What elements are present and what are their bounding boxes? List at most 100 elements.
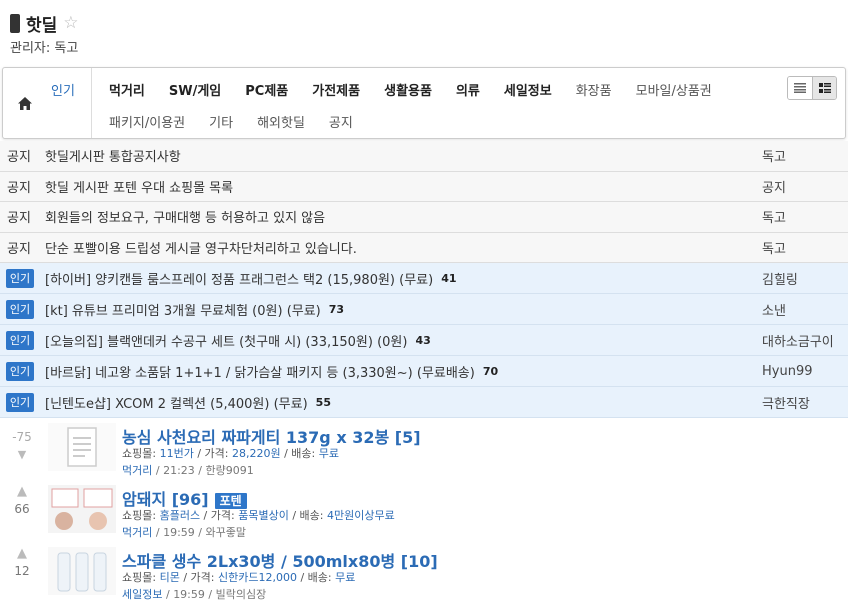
shop[interactable]: 11번가 <box>160 447 194 460</box>
notice-row[interactable]: 공지 핫딜 게시판 포텐 우대 쇼핑몰 목록 공지 <box>0 171 848 202</box>
deal-category[interactable]: 먹거리 <box>122 526 152 539</box>
board-title-text[interactable]: 핫딜 <box>26 11 57 36</box>
hot-title[interactable]: [바르닭] 네고왕 소품닭 1+1+1 / 닭가슴살 패키지 등 (3,330원… <box>45 362 475 381</box>
notice-row[interactable]: 공지 단순 포빨이용 드립성 게시글 영구차단처리하고 있습니다. 독고 <box>0 232 848 263</box>
author[interactable]: 소낸 <box>762 300 786 319</box>
hot-row[interactable]: 인기 [바르닭] 네고왕 소품닭 1+1+1 / 닭가슴살 패키지 등 (3,3… <box>0 356 848 387</box>
price: 신한카드12,000 <box>217 571 297 584</box>
category-item[interactable]: SW/게임 <box>169 80 221 99</box>
hot-title[interactable]: [kt] 유튜브 프리미엄 3개월 무료체험 (0원) (무료) <box>45 300 321 319</box>
category-item[interactable]: 가전제품 <box>312 80 360 99</box>
author[interactable]: 대하소금구이 <box>762 331 834 350</box>
shop[interactable]: 홈플러스 <box>160 509 200 522</box>
notice-tag: 공지 <box>7 180 31 196</box>
list-view-icon[interactable] <box>788 77 812 99</box>
category-item[interactable]: 의류 <box>456 80 480 99</box>
deal-user[interactable]: 빌락의심장 <box>216 588 267 601</box>
notice-title[interactable]: 핫딜게시판 통합공지사항 <box>45 146 848 165</box>
category-item[interactable]: 모바일/상품권 <box>636 80 712 99</box>
hot-row[interactable]: 인기 [오늘의집] 블랙앤데커 수공구 세트 (첫구매 시) (33,150원)… <box>0 325 848 356</box>
comment-count[interactable]: 41 <box>441 272 456 285</box>
deal-meta: 쇼핑몰: 11번가 / 가격: 28,220원 / 배송: 무료 <box>122 447 339 460</box>
thumbnail[interactable] <box>48 423 116 471</box>
category-item[interactable]: PC제품 <box>245 80 288 99</box>
vote-count: 12 <box>14 564 30 578</box>
board-admin: 관리자: 독고 <box>10 41 79 56</box>
category-item[interactable]: 해외핫딜 <box>257 112 305 131</box>
price: 품목별상이 <box>238 509 289 522</box>
thumbnail[interactable] <box>48 547 116 595</box>
star-icon[interactable]: ☆ <box>63 13 78 33</box>
home-icon[interactable] <box>3 68 47 138</box>
shipping: 무료 <box>318 447 339 460</box>
hot-badge: 인기 <box>6 361 34 381</box>
category-item[interactable]: 세일정보 <box>504 80 552 99</box>
author[interactable]: Hyun99 <box>762 364 813 379</box>
hot-title[interactable]: [오늘의집] 블랙앤데커 수공구 세트 (첫구매 시) (33,150원) (0… <box>45 331 407 350</box>
hot-badge: 인기 <box>6 299 34 319</box>
deal-time: 19:59 <box>163 526 195 539</box>
category-item[interactable]: 화장품 <box>576 80 612 99</box>
notice-tag: 공지 <box>7 241 31 257</box>
author[interactable]: 독고 <box>762 146 786 165</box>
category-nav: 인기 먹거리 SW/게임 PC제품 가전제품 생활용품 의류 세일정보 화장품 … <box>2 67 846 139</box>
comment-count[interactable]: 55 <box>316 396 331 409</box>
deal-category[interactable]: 먹거리 <box>122 464 152 477</box>
notice-title[interactable]: 회원들의 정보요구, 구매대행 등 허용하고 있지 않음 <box>45 207 848 226</box>
ship-label: 배송: <box>307 571 332 584</box>
vote-box: -75 ▼ <box>0 427 44 461</box>
notice-title[interactable]: 핫딜 게시판 포텐 우대 쇼핑몰 목록 <box>45 177 848 196</box>
notice-tag: 공지 <box>7 150 31 166</box>
comment-count[interactable]: 70 <box>483 365 498 378</box>
vote-count: -75 <box>12 430 32 444</box>
shipping: 4만원이상무료 <box>326 509 395 522</box>
comment-count[interactable]: 43 <box>415 334 430 347</box>
shop-label: 쇼핑몰: <box>122 509 157 522</box>
deal-list: -75 ▼ 농심 사천요리 짜파게티 137g x 32봉 [5] 쇼핑몰: 1… <box>0 421 848 603</box>
price-label: 가격: <box>210 509 235 522</box>
downvote-icon[interactable]: ▼ <box>0 448 44 461</box>
comment-count[interactable]: 73 <box>329 303 344 316</box>
category-item[interactable]: 생활용품 <box>384 80 432 99</box>
deal-category[interactable]: 세일정보 <box>122 588 162 601</box>
hot-badge: 인기 <box>6 392 34 412</box>
shop[interactable]: 티몬 <box>160 571 180 584</box>
notice-title[interactable]: 단순 포빨이용 드립성 게시글 영구차단처리하고 있습니다. <box>45 238 848 257</box>
author[interactable]: 김힐링 <box>762 269 798 288</box>
hot-row[interactable]: 인기 [하이버] 양키캔들 룸스프레이 정품 프래그런스 택2 (15,980원… <box>0 263 848 294</box>
author[interactable]: 공지 <box>762 177 786 196</box>
thumbnail[interactable] <box>48 485 116 533</box>
category-item[interactable]: 패키지/이용권 <box>109 112 185 131</box>
deal-user[interactable]: 한량9091 <box>205 464 253 477</box>
notice-list: 공지 핫딜게시판 통합공지사항 독고 공지 핫딜 게시판 포텐 우대 쇼핑몰 목… <box>0 141 848 263</box>
hot-row[interactable]: 인기 [kt] 유튜브 프리미엄 3개월 무료체험 (0원) (무료) 73 소… <box>0 294 848 325</box>
notice-row[interactable]: 공지 핫딜게시판 통합공지사항 독고 <box>0 141 848 172</box>
author[interactable]: 극한직장 <box>762 393 810 412</box>
ship-label: 배송: <box>299 509 324 522</box>
hot-badge: 인기 <box>6 268 34 288</box>
notice-row[interactable]: 공지 회원들의 정보요구, 구매대행 등 허용하고 있지 않음 독고 <box>0 202 848 233</box>
category-row-2: 패키지/이용권 기타 해외핫딜 공지 <box>109 112 377 131</box>
phone-icon <box>10 13 20 33</box>
shop-label: 쇼핑몰: <box>122 447 157 460</box>
hot-title[interactable]: [닌텐도e샵] XCOM 2 컬렉션 (5,400원) (무료) <box>45 393 308 412</box>
upvote-icon[interactable]: ▲ <box>0 547 44 561</box>
shipping: 무료 <box>335 571 356 584</box>
deal-item: ▲ 66 암돼지 [96] 포텐 쇼핑몰: 홈플러스 / 가격: 품목별상이 / … <box>0 483 848 545</box>
board-header: 핫딜 ☆ 관리자: 독고 <box>10 12 79 56</box>
category-item[interactable]: 먹거리 <box>109 80 145 99</box>
author[interactable]: 독고 <box>762 207 786 226</box>
hot-row[interactable]: 인기 [닌텐도e샵] XCOM 2 컬렉션 (5,400원) (무료) 55 극… <box>0 387 848 418</box>
vote-box: ▲ 66 <box>0 485 44 517</box>
tab-popular[interactable]: 인기 <box>51 80 75 99</box>
hot-title[interactable]: [하이버] 양키캔들 룸스프레이 정품 프래그런스 택2 (15,980원) (… <box>45 269 433 288</box>
board-title[interactable]: 핫딜 ☆ <box>10 11 79 36</box>
hot-badge: 인기 <box>6 330 34 350</box>
category-item[interactable]: 기타 <box>209 112 233 131</box>
category-item[interactable]: 공지 <box>329 112 353 131</box>
author[interactable]: 독고 <box>762 238 786 257</box>
deal-item: -75 ▼ 농심 사천요리 짜파게티 137g x 32봉 [5] 쇼핑몰: 1… <box>0 421 848 483</box>
deal-user[interactable]: 와꾸좋말 <box>205 526 245 539</box>
upvote-icon[interactable]: ▲ <box>0 485 44 499</box>
grid-view-icon[interactable] <box>812 77 836 99</box>
